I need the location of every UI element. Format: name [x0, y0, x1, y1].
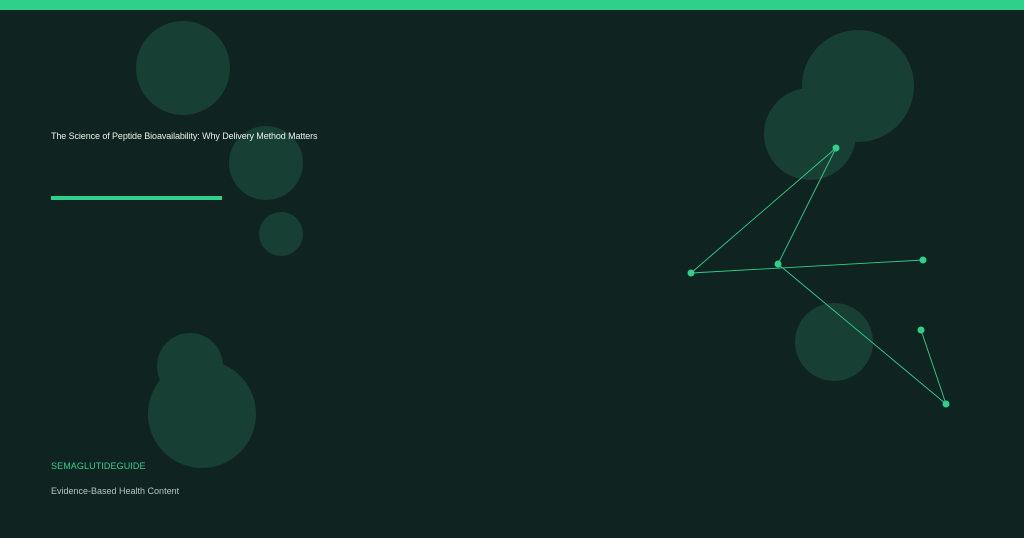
- decor-circle: [795, 303, 873, 381]
- banner-canvas: The Science of Peptide Bioavailability: …: [0, 0, 1024, 538]
- network-node: [919, 256, 927, 264]
- title-underline: [51, 196, 222, 200]
- network-edge: [920, 329, 947, 405]
- decor-circle: [764, 88, 856, 180]
- network-node: [942, 400, 950, 408]
- brand-name: SEMAGLUTIDEGUIDE: [51, 461, 146, 471]
- network-node: [687, 269, 695, 277]
- network-node: [917, 326, 925, 334]
- network-node: [832, 144, 840, 152]
- network-edge: [690, 147, 837, 274]
- decor-circle: [136, 21, 230, 115]
- decor-circle: [148, 360, 256, 468]
- network-node: [774, 260, 782, 268]
- decorative-circles: [136, 21, 914, 468]
- brand-tagline: Evidence-Based Health Content: [51, 486, 180, 496]
- decor-circle: [259, 212, 303, 256]
- network-edge: [690, 259, 924, 274]
- page-title: The Science of Peptide Bioavailability: …: [51, 131, 318, 141]
- decorative-shapes: [136, 21, 950, 468]
